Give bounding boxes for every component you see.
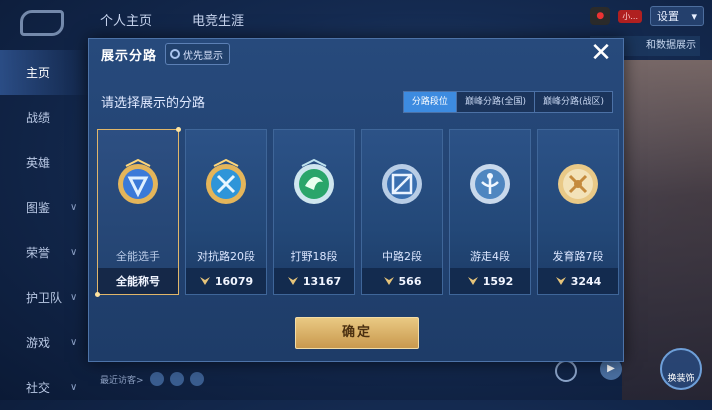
confirm-button[interactable]: 确定 <box>295 317 419 349</box>
sidebar-item-codex[interactable]: 图鉴 ∨ <box>0 185 90 230</box>
change-decoration-button[interactable]: 换装饰 <box>660 348 702 390</box>
priority-display-button[interactable]: 优先显示 <box>165 43 231 65</box>
gear-icon[interactable] <box>555 360 577 382</box>
sidebar-item-label: 主页 <box>26 66 51 80</box>
dialog-title: 展示分路 <box>101 48 158 64</box>
chevron-down-icon: ∨ <box>70 202 78 213</box>
sidebar-item-honor[interactable]: 荣誉 ∨ <box>0 230 90 275</box>
sidebar-item-heroes[interactable]: 英雄 <box>0 140 90 185</box>
lane-card-jungle[interactable]: 打野18段 13167 <box>273 129 355 295</box>
app-logo[interactable] <box>20 10 64 36</box>
lane-card-roam[interactable]: 游走4段 1592 <box>449 129 531 295</box>
sidebar-item-label: 荣誉 <box>26 246 51 260</box>
close-button[interactable]: ✕ <box>589 38 613 68</box>
sidebar-item-games[interactable]: 游戏 ∨ <box>0 320 90 365</box>
sidebar-item-social[interactable]: 社交 ∨ <box>0 365 90 410</box>
card-name: 游走4段 <box>470 250 510 263</box>
card-value: 3244 <box>570 274 602 288</box>
lane-card-mid[interactable]: 中路2段 566 <box>361 129 443 295</box>
card-footer: 全能称号 <box>98 268 178 294</box>
card-name: 打野18段 <box>290 250 338 263</box>
settings-button[interactable]: 设置 ▾ <box>650 6 704 26</box>
priority-label: 优先显示 <box>183 50 224 62</box>
change-decoration-label: 换装饰 <box>667 374 695 384</box>
avatar[interactable] <box>149 372 164 386</box>
lane-display-dialog: 展示分路 优先显示 ✕ 请选择展示的分路 分路段位 巅峰分路(全国) 巅峰分路(… <box>88 38 624 362</box>
rank-arrow-icon <box>199 277 210 285</box>
card-name: 全能选手 <box>116 250 160 263</box>
rank-arrow-icon <box>467 277 478 285</box>
card-footer: 16079 <box>186 268 266 294</box>
tab-profile[interactable]: 个人主页 <box>100 10 152 29</box>
settings-label: 设置 <box>657 10 679 23</box>
lane-card-all-round[interactable]: 全能选手 全能称号 <box>95 127 181 297</box>
jungle-badge-icon <box>288 156 340 212</box>
tab-peak-region[interactable]: 巅峰分路(战区) <box>533 92 612 112</box>
dialog-prompt: 请选择展示的分路 <box>101 96 206 111</box>
sidebar-item-record[interactable]: 战绩 <box>0 95 90 140</box>
sidebar-item-label: 社交 <box>26 381 51 395</box>
recent-label: 最近访客> <box>100 375 144 386</box>
gear-icon <box>170 49 181 59</box>
card-value: 13167 <box>302 274 342 288</box>
lane-card-clash[interactable]: 对抗路20段 16079 <box>185 129 267 295</box>
mid-lane-badge-icon <box>376 156 428 212</box>
close-icon: ✕ <box>590 38 612 68</box>
sidebar-item-guard[interactable]: 护卫队 ∨ <box>0 275 90 320</box>
card-name: 对抗路20段 <box>197 250 255 263</box>
chevron-down-icon: ∨ <box>70 382 78 393</box>
tab-peak-national[interactable]: 巅峰分路(全国) <box>455 92 534 112</box>
roam-badge-icon <box>464 156 516 212</box>
card-value: 16079 <box>214 274 254 288</box>
lane-cards: 全能选手 全能称号 对抗路20段 16079 打野18段 13167 中路2段 … <box>95 127 619 297</box>
card-footer: 1592 <box>450 268 530 294</box>
chevron-down-icon: ∨ <box>70 247 78 258</box>
rank-arrow-icon <box>383 277 394 285</box>
sidebar-item-label: 护卫队 <box>26 291 63 305</box>
card-name: 中路2段 <box>382 250 422 263</box>
hero-art <box>622 60 712 400</box>
sidebar-item-label: 游戏 <box>26 336 51 350</box>
tab-lane-rank[interactable]: 分路段位 <box>403 92 456 112</box>
card-value: 566 <box>398 274 422 288</box>
cat-icon[interactable]: ● <box>590 7 611 25</box>
card-footer: 3244 <box>538 268 618 294</box>
rank-arrow-icon <box>555 277 566 285</box>
card-value: 全能称号 <box>116 275 160 288</box>
sidebar-item-label: 图鉴 <box>26 201 51 215</box>
avatar[interactable] <box>189 372 204 386</box>
top-right-bar: ● 小... 设置 ▾ <box>590 6 704 26</box>
chevron-down-icon: ∨ <box>70 292 78 303</box>
chevron-down-icon: ▾ <box>691 9 697 23</box>
filter-tabs: 分路段位 巅峰分路(全国) 巅峰分路(战区) <box>402 91 613 113</box>
card-footer: 566 <box>362 268 442 294</box>
farm-lane-badge-icon <box>552 156 604 212</box>
chevron-down-icon: ∨ <box>70 337 78 348</box>
all-round-badge-icon <box>112 156 164 212</box>
clash-lane-badge-icon <box>200 156 252 212</box>
dialog-header: 展示分路 优先显示 <box>89 39 623 69</box>
top-tabs: 个人主页 电竞生涯 <box>100 10 244 29</box>
sidebar-item-home[interactable]: 主页 <box>0 50 90 95</box>
card-name: 发育路7段 <box>552 250 604 263</box>
rank-arrow-icon <box>287 277 298 285</box>
card-value: 1592 <box>482 274 514 288</box>
side-nav: 主页 战绩 英雄 图鉴 ∨ 荣誉 ∨ 护卫队 ∨ 游戏 ∨ 社交 ∨ <box>0 50 90 410</box>
card-footer: 13167 <box>274 268 354 294</box>
avatar[interactable] <box>169 372 184 386</box>
lane-card-farm[interactable]: 发育路7段 3244 <box>537 129 619 295</box>
recent-visitors[interactable]: 最近访客> <box>100 372 204 386</box>
sidebar-item-label: 战绩 <box>26 111 51 125</box>
tab-esports[interactable]: 电竞生涯 <box>192 10 244 29</box>
sidebar-item-label: 英雄 <box>26 156 51 170</box>
notify-badge: 小... <box>618 9 642 23</box>
